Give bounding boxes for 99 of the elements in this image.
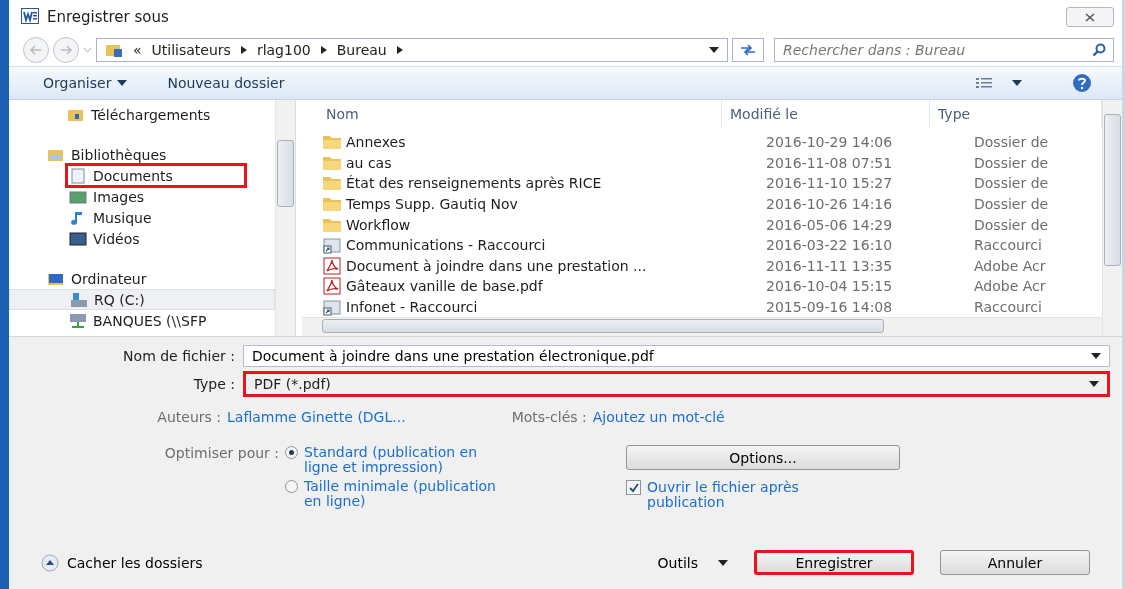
- library-item-icon: [70, 291, 88, 308]
- file-type: Dossier de: [973, 216, 1050, 233]
- breadcrumb-item[interactable]: Utilisateurs: [151, 42, 231, 58]
- field-label: Nom de fichier :: [122, 348, 235, 364]
- library-item-icon: [69, 230, 87, 247]
- nav-item[interactable]: Téléchargements: [9, 104, 275, 125]
- cancel-button[interactable]: Annuler: [940, 550, 1090, 575]
- nav-item[interactable]: BANQUES (\\SFP: [9, 310, 275, 331]
- file-name[interactable]: au cas: [342, 154, 758, 171]
- file-type: Adobe Acr: [973, 257, 1047, 274]
- close-icon: [1083, 12, 1097, 22]
- column-header[interactable]: Nom: [302, 100, 722, 128]
- dropdown-caret-icon: [1089, 381, 1099, 387]
- modified-date: 2015-09-16 14:08: [765, 299, 894, 316]
- keywords-field[interactable]: Ajoutez un mot-clé: [592, 409, 725, 425]
- help-icon[interactable]: [1072, 73, 1092, 93]
- library-item-icon: [69, 312, 87, 329]
- modified-date: 2016-11-08 07:51: [765, 154, 894, 171]
- file-type: Dossier de: [973, 175, 1050, 192]
- pdf-file-icon: [322, 256, 342, 275]
- tools-menu[interactable]: Outils: [657, 554, 728, 571]
- modified-date: 2016-10-26 14:16: [765, 196, 894, 213]
- nav-item[interactable]: Documents: [67, 165, 245, 186]
- caret-icon: [117, 80, 128, 86]
- new-folder-button[interactable]: Nouveau dossier: [167, 75, 285, 91]
- file-type: Dossier de: [973, 134, 1050, 151]
- caret-icon: [718, 559, 728, 566]
- address-bar[interactable]: « Utilisateurs rlag100 Bureau: [96, 38, 728, 62]
- modified-date: 2016-10-04 15:15: [765, 278, 894, 295]
- organize-menu[interactable]: Organiser: [43, 75, 128, 91]
- radio-button[interactable]: [285, 446, 298, 459]
- radio-button[interactable]: [285, 480, 298, 493]
- view-caret-icon[interactable]: [1012, 80, 1022, 86]
- nav-item[interactable]: Vidéos: [9, 228, 275, 249]
- search-field[interactable]: Rechercher dans : Bureau: [774, 38, 1114, 62]
- search-icon: [1092, 43, 1106, 57]
- file-name[interactable]: Communications - Raccourci: [342, 237, 758, 254]
- refresh-button[interactable]: [732, 38, 764, 62]
- modified-date: 2016-03-22 16:10: [765, 237, 894, 254]
- horizontal-scrollbar[interactable]: [302, 317, 1102, 337]
- file-type: Raccourci: [973, 237, 1043, 254]
- modified-date: 2016-11-10 15:27: [765, 175, 894, 192]
- file-type: Dossier de: [973, 196, 1050, 213]
- options-button[interactable]: Options...: [626, 445, 900, 470]
- hide-folders-button[interactable]: Cacher les dossiers: [41, 553, 203, 572]
- file-type: Dossier de: [973, 154, 1050, 171]
- nav-item[interactable]: Images: [9, 186, 275, 207]
- filename-field[interactable]: Document à joindre dans une prestation électronique.pdf: [243, 345, 1110, 367]
- field-label: Type :: [192, 376, 235, 392]
- dropdown-caret-icon[interactable]: [1091, 353, 1101, 359]
- checkbox[interactable]: [626, 480, 641, 495]
- save-button[interactable]: Enregistrer: [754, 550, 914, 575]
- file-type-dropdown[interactable]: PDF (*.pdf): [243, 371, 1110, 397]
- nav-item[interactable]: Bibliothèques: [9, 144, 275, 165]
- back-arrow-icon: [29, 44, 43, 56]
- chevron-icon[interactable]: [240, 46, 247, 54]
- field-label: Mots-clés :: [511, 409, 587, 425]
- forward-arrow-icon: [59, 44, 73, 56]
- radio-option[interactable]: Taille minimale (publication en ligne): [285, 479, 500, 509]
- file-name[interactable]: État des renseignements après RICE: [342, 175, 758, 192]
- refresh-icon: [739, 44, 757, 56]
- field-label: Auteurs :: [156, 409, 221, 425]
- radio-option[interactable]: Standard (publication en ligne et impression): [285, 445, 500, 475]
- modified-date: 2016-05-06 14:29: [765, 216, 894, 233]
- scrollbar[interactable]: [1102, 100, 1122, 336]
- word-app-icon: [21, 7, 39, 27]
- shortcut-icon: [322, 236, 342, 255]
- chevron-icon[interactable]: [396, 46, 403, 54]
- file-type: Raccourci: [973, 299, 1043, 316]
- pdf-file-icon: [322, 277, 342, 296]
- collapse-icon: [41, 553, 59, 572]
- open-after-checkbox[interactable]: Ouvrir le fichier après publication: [626, 480, 866, 510]
- close-button[interactable]: [1066, 7, 1114, 27]
- modified-date: 2016-11-11 13:35: [765, 257, 894, 274]
- field-label: Optimiser pour :: [163, 445, 279, 463]
- file-name[interactable]: Temps Supp. Gautiq Nov: [342, 196, 758, 213]
- file-name[interactable]: Document à joindre dans une prestation ...: [342, 257, 758, 274]
- breadcrumb-item[interactable]: rlag100: [256, 42, 311, 58]
- modified-date: 2016-10-29 14:06: [765, 134, 894, 151]
- file-name[interactable]: Infonet - Raccourci: [342, 299, 758, 316]
- view-list-icon[interactable]: [976, 77, 992, 89]
- column-header[interactable]: Modifié le: [722, 100, 930, 128]
- authors-value[interactable]: Laflamme Ginette (DGL...: [227, 409, 406, 425]
- window-title: Enregistrer sous: [47, 8, 169, 26]
- file-name[interactable]: Workflow: [342, 216, 758, 233]
- nav-item[interactable]: Ordinateur: [9, 268, 275, 289]
- library-item-icon: [69, 167, 87, 184]
- breadcrumb-item[interactable]: Bureau: [336, 42, 387, 58]
- nav-item[interactable]: RQ (C:): [9, 289, 275, 310]
- library-item-icon: [69, 188, 87, 205]
- scrollbar[interactable]: [275, 100, 295, 336]
- file-name[interactable]: Annexes: [342, 134, 758, 151]
- file-name[interactable]: Gâteaux vanille de base.pdf: [342, 278, 758, 295]
- file-type: Adobe Acr: [973, 278, 1047, 295]
- nav-item[interactable]: Musique: [9, 207, 275, 228]
- breadcrumb-item[interactable]: «: [133, 42, 142, 58]
- chevron-icon[interactable]: [320, 46, 327, 54]
- dropdown-caret-icon[interactable]: [709, 47, 719, 53]
- shortcut-icon: [322, 298, 342, 317]
